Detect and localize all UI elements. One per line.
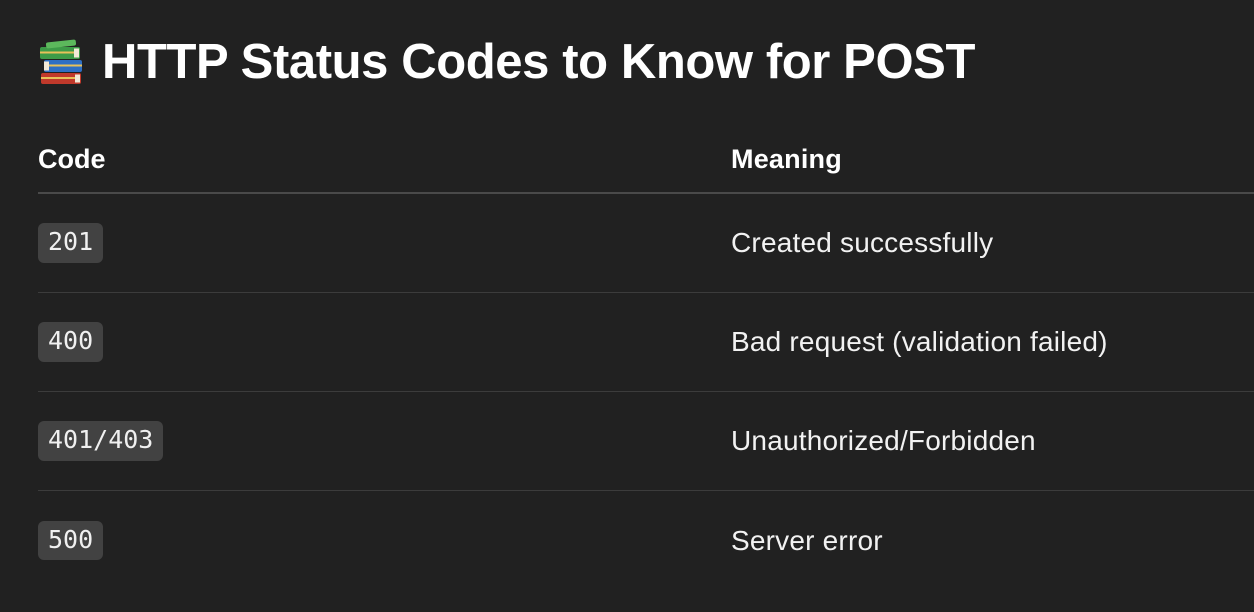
table-header-row: Code Meaning [38, 126, 1254, 194]
table-row: 500 Server error [38, 491, 1254, 590]
table-row: 201 Created successfully [38, 194, 1254, 293]
page-heading: HTTP Status Codes to Know for POST [38, 30, 975, 94]
meaning-cell: Server error [731, 524, 883, 556]
table-row: 401/403 Unauthorized/Forbidden [38, 392, 1254, 491]
header-meaning: Meaning [731, 143, 842, 174]
meaning-cell: Bad request (validation failed) [731, 326, 1108, 357]
meaning-cell: Created successfully [731, 227, 994, 258]
books-icon [40, 39, 82, 84]
status-code: 201 [38, 223, 104, 263]
table-row: 400 Bad request (validation failed) [38, 293, 1254, 392]
status-code: 401/403 [38, 421, 164, 461]
code-cell: 201 [38, 223, 731, 263]
meaning-cell: Unauthorized/Forbidden [731, 425, 1036, 456]
status-code: 500 [38, 520, 104, 561]
status-codes-table: Code Meaning 201 Created successfully 40… [38, 126, 1254, 590]
status-code: 400 [38, 322, 104, 362]
code-cell: 500 [38, 520, 731, 561]
header-code: Code [38, 143, 106, 174]
code-cell: 401/403 [38, 421, 731, 461]
page-title: HTTP Status Codes to Know for POST [102, 35, 975, 89]
code-cell: 400 [38, 322, 731, 362]
